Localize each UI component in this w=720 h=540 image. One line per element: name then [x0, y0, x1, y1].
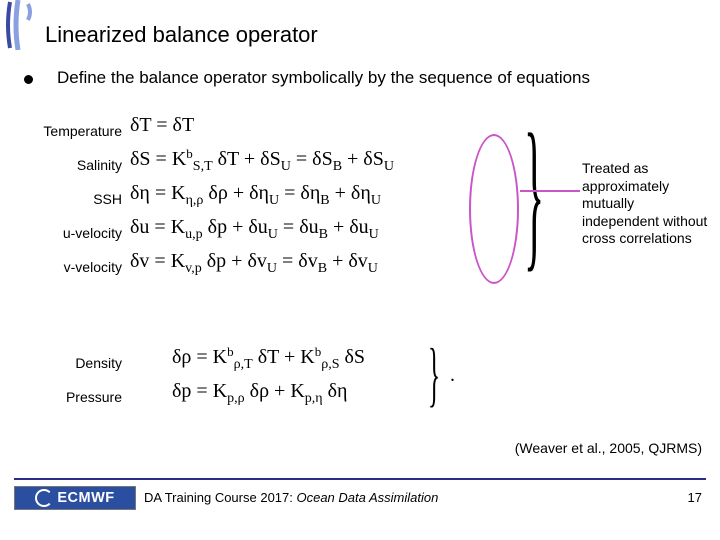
footer-rule	[14, 478, 706, 480]
footer-text: DA Training Course 2017: Ocean Data Assi…	[144, 490, 438, 505]
brace-period: .	[450, 364, 455, 387]
corner-decoration	[0, 0, 48, 50]
eq-salinity: δS = KbS,T δT + δSU = δSB + δSU	[130, 142, 394, 176]
eq-v: δv = Kv,p δp + δvU = δvB + δvU	[130, 244, 394, 278]
label-v-velocity: v-velocity	[14, 250, 122, 284]
eq-pressure: δp = Kp,ρ δρ + Kp,η δη	[172, 374, 365, 408]
eq-temperature: δT = δT	[130, 108, 394, 142]
label-salinity: Salinity	[14, 148, 122, 182]
eq-density: δρ = Kbρ,T δT + Kbρ,S δS	[172, 340, 365, 374]
page-number: 17	[688, 490, 702, 505]
variable-labels-group2: Density Pressure	[14, 346, 122, 414]
bullet-line: Define the balance operator symbolically…	[24, 68, 710, 88]
slide-title: Linearized balance operator	[45, 22, 318, 48]
logo-text: ECMWF	[57, 490, 114, 506]
eq-u: δu = Ku,p δp + δuU = δuB + δuU	[130, 210, 394, 244]
label-ssh: SSH	[14, 182, 122, 216]
bullet-icon	[24, 75, 33, 84]
equations-block-1: δT = δT δS = KbS,T δT + δSU = δSB + δSU …	[130, 108, 394, 278]
highlight-oval	[469, 134, 519, 284]
label-u-velocity: u-velocity	[14, 216, 122, 250]
label-temperature: Temperature	[14, 114, 122, 148]
citation: (Weaver et al., 2005, QJRMS)	[515, 440, 702, 456]
callout-connector	[520, 190, 580, 192]
equations-block-2: δρ = Kbρ,T δT + Kbρ,S δS δp = Kp,ρ δρ + …	[172, 340, 365, 408]
callout-text: Treated as approximately mutually indepe…	[582, 160, 712, 248]
eq-ssh: δη = Kη,ρ δρ + δηU = δηB + δηU	[130, 176, 394, 210]
variable-labels-group1: Temperature Salinity SSH u-velocity v-ve…	[14, 114, 122, 284]
brace-icon: }	[428, 340, 440, 408]
ecmwf-logo: ECMWF	[14, 486, 136, 510]
label-pressure: Pressure	[14, 380, 122, 414]
logo-c-icon	[35, 489, 53, 507]
bullet-text: Define the balance operator symbolically…	[57, 68, 590, 88]
brace-icon: }	[524, 108, 544, 278]
label-density: Density	[14, 346, 122, 380]
